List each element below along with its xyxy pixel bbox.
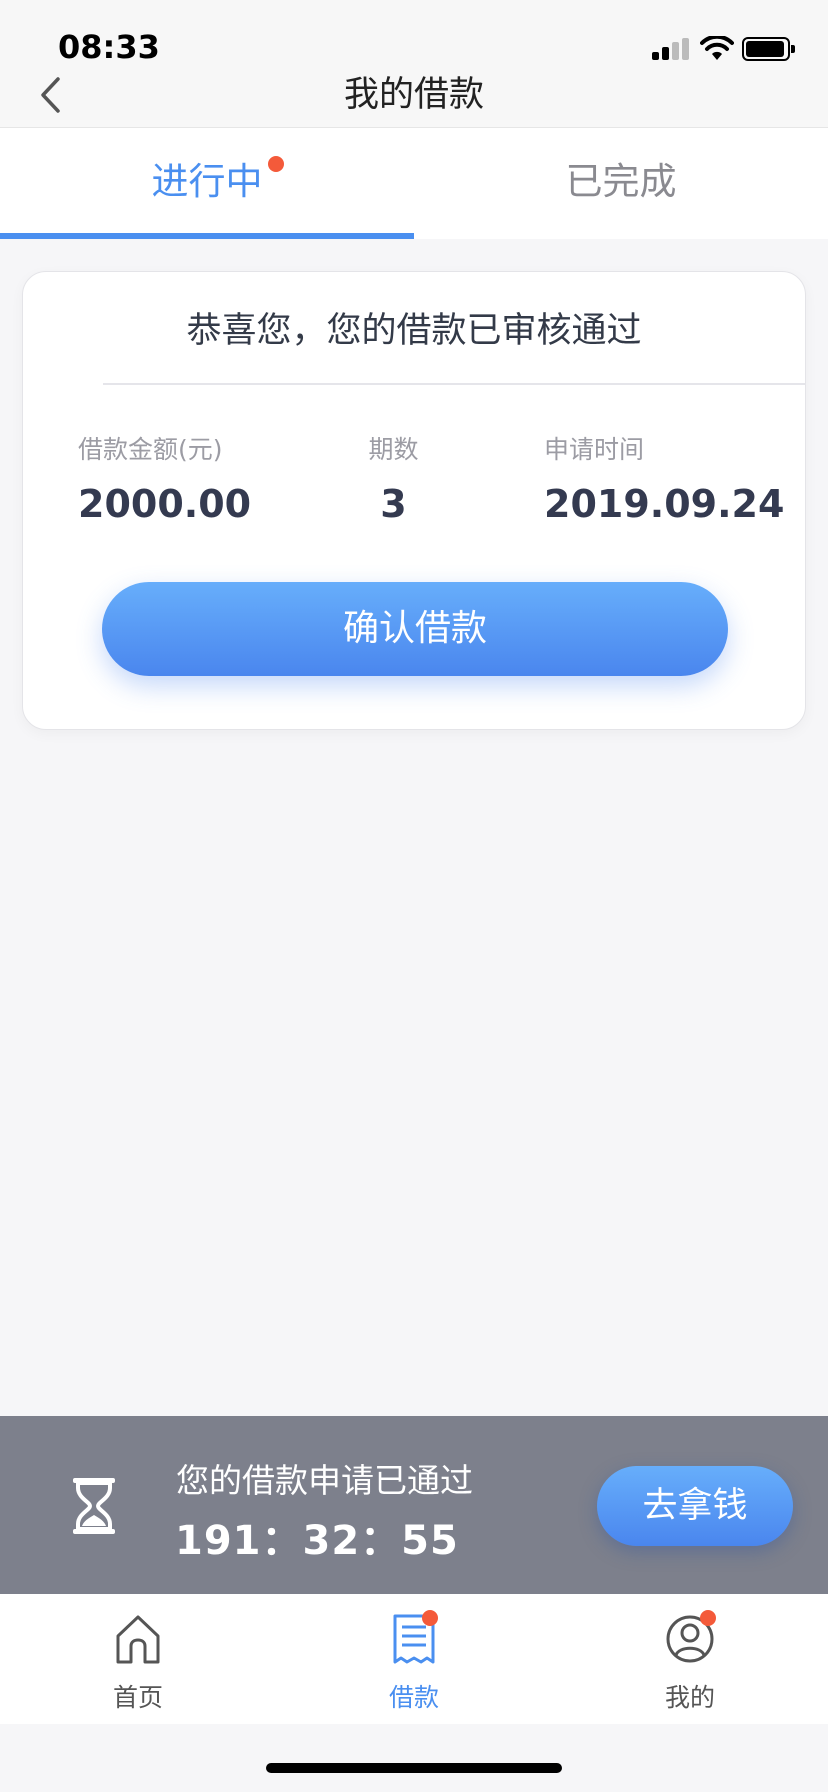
badge-dot <box>268 156 284 172</box>
cellular-signal-icon <box>652 38 690 60</box>
tabbar-label: 首页 <box>112 1683 163 1712</box>
get-money-button[interactable]: 去拿钱 <box>597 1466 793 1546</box>
home-icon <box>116 1615 160 1664</box>
divider <box>103 383 805 385</box>
tab-label: 已完成 <box>565 160 677 203</box>
badge-dot <box>700 1610 716 1626</box>
loan-card: 恭喜您，您的借款已审核通过 借款金额(元) 2000.00 期数 3 申请时间 … <box>22 271 806 730</box>
home-indicator <box>266 1763 562 1773</box>
stat-periods: 期数 3 <box>361 430 426 526</box>
wifi-icon <box>700 36 734 60</box>
stat-loan-amount: 借款金额(元) 2000.00 <box>78 430 251 526</box>
page-title: 我的借款 <box>343 75 484 115</box>
tab-label: 进行中 <box>151 160 263 203</box>
tabbar-label: 我的 <box>664 1683 715 1712</box>
stat-label: 期数 <box>368 435 419 464</box>
screen: 08:33 我的借款 进行中 已完成 恭喜您，您的借款已审核通过 借款金额(元)… <box>0 0 828 1792</box>
tabbar-item-home[interactable]: 首页 <box>0 1594 276 1724</box>
countdown-timer: 191：32：55 <box>175 1518 459 1564</box>
stat-label: 借款金额(元) <box>78 435 223 464</box>
stat-apply-date: 申请时间 2019.09.24 <box>544 430 784 526</box>
tab-completed[interactable]: 已完成 <box>414 128 828 239</box>
battery-icon <box>742 37 795 61</box>
stat-value: 3 <box>380 482 407 526</box>
tab-bar-top: 进行中 已完成 <box>0 128 828 239</box>
stat-value: 2019.09.24 <box>544 482 785 526</box>
hourglass-icon <box>73 1478 115 1534</box>
active-tab-indicator <box>0 233 414 239</box>
nav-header: 我的借款 <box>0 70 828 128</box>
badge-dot <box>422 1610 438 1626</box>
tab-in-progress[interactable]: 进行中 <box>0 128 414 239</box>
bottom-tab-bar: 首页 借款 我的 <box>0 1594 828 1724</box>
tabbar-item-loan[interactable]: 借款 <box>276 1594 552 1724</box>
status-bar: 08:33 <box>0 0 828 70</box>
tabbar-item-profile[interactable]: 我的 <box>552 1594 828 1724</box>
approval-banner: 您的借款申请已通过 191：32：55 去拿钱 <box>0 1416 828 1594</box>
status-time: 08:33 <box>58 28 160 66</box>
card-title: 恭喜您，您的借款已审核通过 <box>186 311 642 351</box>
tabbar-label: 借款 <box>388 1683 439 1712</box>
banner-message: 您的借款申请已通过 <box>176 1461 473 1500</box>
stat-label: 申请时间 <box>544 435 645 464</box>
stat-value: 2000.00 <box>78 482 252 526</box>
confirm-loan-button[interactable]: 确认借款 <box>102 582 728 676</box>
